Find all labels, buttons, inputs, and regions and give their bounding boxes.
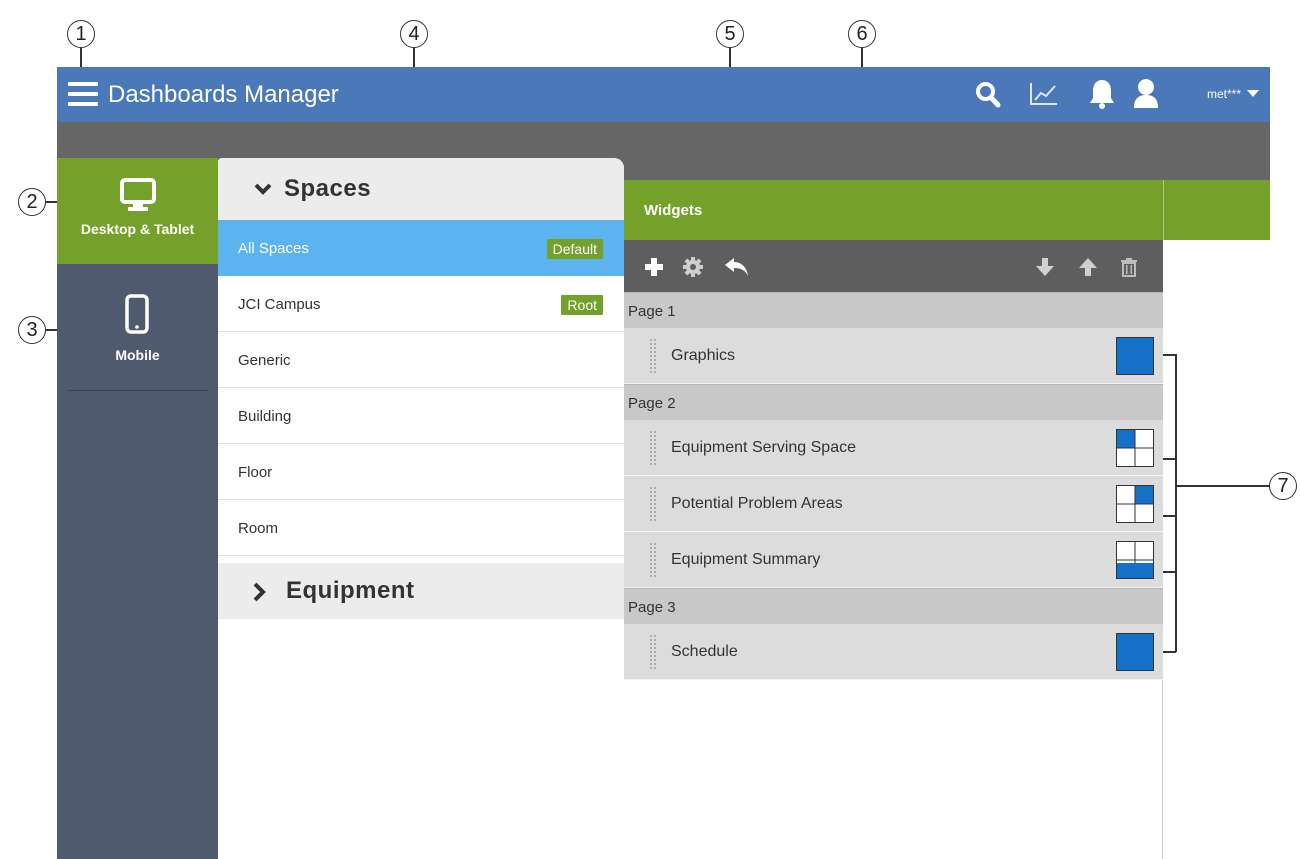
nav-label-desktop: Desktop & Tablet (80, 221, 195, 237)
callout-2: 2 (18, 188, 46, 216)
chevron-down-icon (254, 183, 272, 195)
move-up-icon[interactable] (1078, 257, 1098, 277)
space-item-label: JCI Campus (238, 296, 321, 313)
equipment-header[interactable]: Equipment (218, 563, 624, 619)
nav-item-mobile[interactable]: Mobile (57, 264, 218, 384)
gear-icon[interactable] (683, 257, 703, 277)
layout-top-right-icon[interactable] (1116, 485, 1154, 523)
space-item-generic[interactable]: Generic (218, 332, 624, 388)
drag-handle-icon[interactable] (649, 338, 657, 374)
space-item-all-spaces[interactable]: All Spaces Default (218, 220, 624, 276)
widget-item[interactable]: Equipment Serving Space (624, 420, 1163, 476)
widget-label: Equipment Serving Space (671, 439, 856, 456)
spaces-header[interactable]: Spaces (218, 158, 624, 220)
drag-handle-icon[interactable] (649, 542, 657, 578)
callout-7: 7 (1269, 472, 1297, 500)
widget-item[interactable]: Potential Problem Areas (624, 476, 1163, 532)
page-header: Page 3 (624, 588, 1163, 624)
layout-bottom-icon[interactable] (1116, 541, 1154, 579)
layout-full-icon[interactable] (1116, 633, 1154, 671)
callout-6: 6 (848, 20, 876, 48)
space-item-room[interactable]: Room (218, 500, 624, 556)
space-item-building[interactable]: Building (218, 388, 624, 444)
space-item-label: Floor (238, 464, 273, 481)
app-title: Dashboards Manager (108, 81, 339, 108)
drag-handle-icon[interactable] (649, 486, 657, 522)
widget-label: Equipment Summary (671, 551, 821, 568)
root-badge: Root (561, 295, 603, 315)
callout-7-bracket (1175, 354, 1177, 652)
user-name[interactable]: met*** (1207, 87, 1241, 101)
menu-icon[interactable] (68, 82, 98, 106)
nav-label-mobile: Mobile (115, 347, 160, 363)
spaces-title: Spaces (284, 175, 372, 202)
widget-item[interactable]: Graphics (624, 328, 1163, 384)
trend-chart-icon[interactable] (1029, 81, 1059, 107)
default-badge: Default (546, 239, 603, 259)
search-icon[interactable] (975, 81, 1001, 109)
layout-top-left-icon[interactable] (1116, 429, 1154, 467)
callout-7-leader (1175, 485, 1269, 487)
page-label: Page 2 (628, 395, 676, 412)
page-header: Page 2 (624, 384, 1163, 420)
trash-icon[interactable] (1120, 257, 1138, 277)
bell-icon[interactable] (1088, 78, 1116, 110)
callout-7-tick (1163, 458, 1176, 460)
equipment-title: Equipment (286, 577, 415, 604)
page-header: Page 1 (624, 292, 1163, 328)
widgets-header: Widgets (624, 180, 1270, 240)
callout-7-tick (1163, 651, 1176, 653)
spaces-panel: Spaces All Spaces Default JCI Campus Roo… (218, 158, 624, 859)
widget-item[interactable]: Schedule (624, 624, 1163, 680)
drag-handle-icon[interactable] (649, 634, 657, 670)
chevron-right-icon (253, 582, 266, 602)
callout-7-tick (1163, 571, 1176, 573)
widget-label: Schedule (671, 643, 738, 660)
space-item-label: Building (238, 408, 292, 425)
callout-5: 5 (716, 20, 744, 48)
move-down-icon[interactable] (1035, 257, 1055, 277)
widget-label: Graphics (671, 347, 736, 364)
widget-label: Potential Problem Areas (671, 495, 843, 512)
layout-full-icon[interactable] (1116, 337, 1154, 375)
callout-7-tick (1163, 515, 1176, 517)
user-icon[interactable] (1133, 78, 1159, 110)
add-icon[interactable] (644, 257, 664, 277)
callout-7-tick (1163, 354, 1176, 356)
callout-3: 3 (18, 316, 46, 344)
monitor-icon (120, 178, 156, 211)
nav-divider (67, 390, 208, 391)
widgets-title: Widgets (644, 202, 703, 219)
space-item-label: Generic (238, 352, 291, 369)
widgets-toolbar (624, 240, 1163, 292)
undo-icon[interactable] (724, 257, 750, 277)
widget-item[interactable]: Equipment Summary (624, 532, 1163, 588)
space-item-label: Room (238, 520, 279, 537)
callout-1: 1 (67, 20, 95, 48)
space-item-jci-campus[interactable]: JCI Campus Root (218, 276, 624, 332)
page-label: Page 3 (628, 599, 676, 616)
widgets-list: Page 1 Graphics Page 2 Equipment Serving… (624, 292, 1163, 859)
space-item-label: All Spaces (238, 240, 309, 257)
callout-4: 4 (400, 20, 428, 48)
callout-1-leader (80, 48, 82, 68)
phone-icon (125, 294, 149, 334)
nav-item-desktop-tablet[interactable]: Desktop & Tablet (57, 158, 218, 264)
app-header: Dashboards Manager met*** (57, 67, 1270, 122)
widgets-divider (1163, 180, 1164, 240)
caret-down-icon[interactable] (1247, 90, 1259, 98)
drag-handle-icon[interactable] (649, 430, 657, 466)
space-item-floor[interactable]: Floor (218, 444, 624, 500)
page-label: Page 1 (628, 303, 676, 320)
